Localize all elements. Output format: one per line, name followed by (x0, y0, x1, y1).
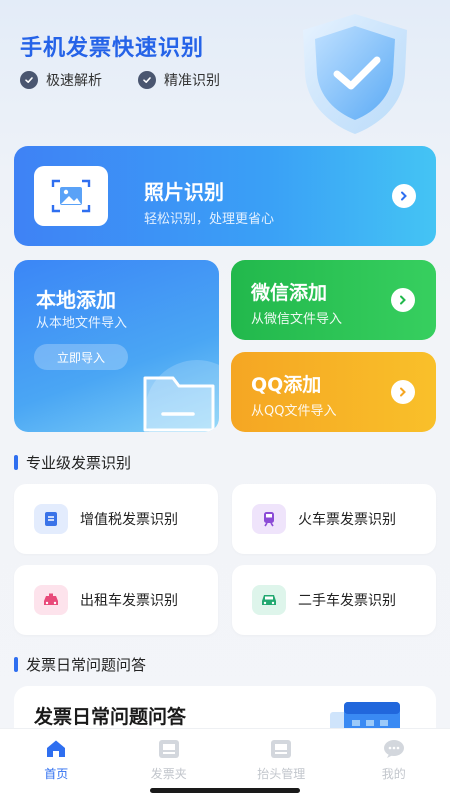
invoice-folder-icon (158, 739, 180, 759)
tab-home[interactable]: 首页 (0, 729, 113, 800)
check-icon (138, 71, 156, 89)
section-title: 发票日常问题问答 (26, 656, 147, 674)
chevron-right-icon[interactable] (392, 184, 416, 208)
chevron-right-icon[interactable] (391, 380, 415, 404)
taxi-invoice-tile[interactable]: 出租车发票识别 (14, 565, 218, 635)
tile-label: 出租车发票识别 (80, 593, 178, 609)
tab-label: 抬头管理 (257, 767, 306, 781)
section-marker (14, 657, 18, 672)
car-icon (252, 585, 286, 615)
feature-accurate: 精准识别 (138, 70, 220, 90)
tab-mine[interactable]: 我的 (338, 729, 450, 800)
qq-card-title: QQ添加 (251, 374, 322, 396)
taxi-icon (34, 585, 68, 615)
tab-label: 首页 (44, 767, 69, 781)
faq-section-heading: 发票日常问题问答 (14, 654, 146, 675)
folder-icon (143, 360, 219, 432)
home-indicator[interactable] (150, 788, 300, 793)
train-invoice-tile[interactable]: 火车票发票识别 (232, 484, 436, 554)
chevron-right-icon[interactable] (391, 288, 415, 312)
feature-label: 精准识别 (164, 73, 220, 89)
tile-label: 火车票发票识别 (298, 512, 396, 528)
train-icon (252, 504, 286, 534)
section-title: 专业级发票识别 (26, 454, 132, 472)
tile-label: 增值税发票识别 (80, 512, 178, 528)
home-icon (45, 739, 67, 759)
wechat-card-subtitle: 从微信文件导入 (251, 312, 343, 327)
qq-add-card[interactable]: QQ添加 从QQ文件导入 (231, 352, 436, 432)
photo-recognition-card[interactable]: 照片识别 轻松识别，处理更省心 (14, 146, 436, 246)
pro-section-heading: 专业级发票识别 (14, 452, 131, 473)
chat-bubble-icon (383, 739, 405, 759)
feature-fast-parse: 极速解析 (20, 70, 102, 90)
qq-card-subtitle: 从QQ文件导入 (251, 404, 337, 419)
vat-invoice-tile[interactable]: 增值税发票识别 (14, 484, 218, 554)
header-manage-icon (270, 739, 292, 759)
document-icon (34, 504, 68, 534)
tile-label: 二手车发票识别 (298, 593, 396, 609)
section-marker (14, 455, 18, 470)
local-card-subtitle: 从本地文件导入 (36, 316, 128, 331)
feature-label: 极速解析 (46, 73, 102, 89)
app-title: 手机发票快速识别 (20, 36, 205, 61)
wechat-add-card[interactable]: 微信添加 从微信文件导入 (231, 260, 436, 340)
tab-label: 我的 (381, 767, 406, 781)
check-icon (20, 71, 38, 89)
faq-card-title: 发票日常问题问答 (34, 706, 187, 728)
shield-icon (303, 14, 407, 134)
image-scan-icon (34, 166, 108, 226)
local-card-title: 本地添加 (36, 288, 116, 312)
wechat-card-title: 微信添加 (251, 282, 328, 304)
used-car-invoice-tile[interactable]: 二手车发票识别 (232, 565, 436, 635)
tab-label: 发票夹 (150, 767, 187, 781)
photo-card-subtitle: 轻松识别，处理更省心 (144, 212, 275, 227)
photo-card-title: 照片识别 (144, 180, 224, 204)
local-add-card[interactable]: 本地添加 从本地文件导入 立即导入 (14, 260, 219, 432)
import-now-button[interactable]: 立即导入 (34, 344, 128, 370)
